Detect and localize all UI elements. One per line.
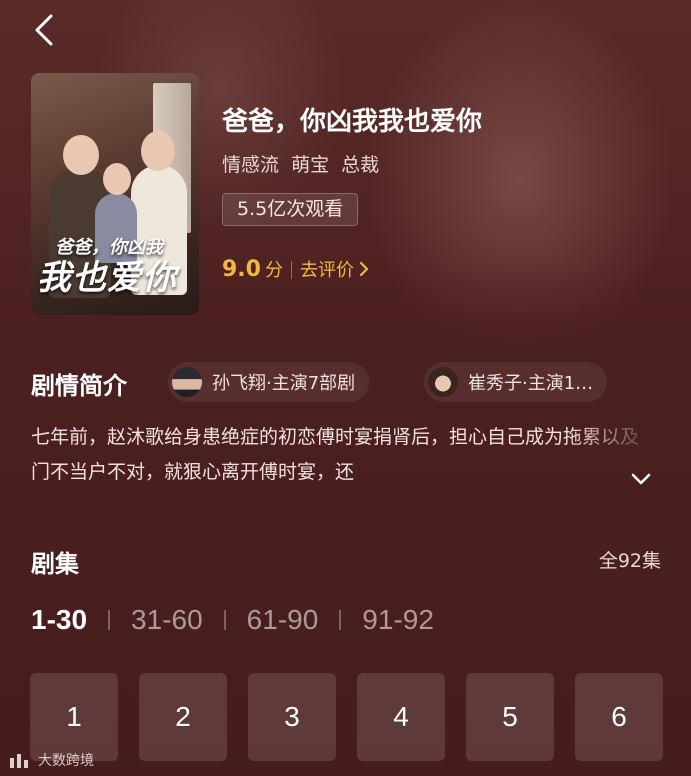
watermark: 大数跨境 — [8, 750, 94, 770]
rating-unit: 分 — [264, 260, 283, 281]
chevron-down-icon — [631, 473, 651, 485]
avatar — [428, 367, 458, 397]
range-divider — [108, 610, 111, 630]
episode-button[interactable]: 4 — [357, 673, 445, 761]
rating-row: 9.0 分 去评价 — [222, 256, 370, 284]
range-tab-61-90[interactable]: 61-90 — [247, 604, 319, 636]
expand-synopsis-button[interactable] — [626, 464, 656, 494]
episode-button[interactable]: 1 — [30, 673, 118, 761]
genre-tags: 情感流 萌宝 总裁 — [222, 150, 385, 177]
rating-divider — [290, 261, 292, 279]
back-button[interactable] — [24, 10, 64, 50]
actor-chip[interactable]: 崔秀子·主演1… — [424, 362, 608, 402]
synopsis-heading: 剧情简介 — [31, 372, 127, 400]
synopsis-text[interactable]: 七年前，赵沐歌给身患绝症的初恋傅时宴捐肾后，担心自己成为拖累以及门不当户不对，就… — [31, 420, 641, 490]
episode-button[interactable]: 5 — [466, 673, 554, 761]
tag[interactable]: 情感流 — [222, 154, 279, 176]
episode-button[interactable]: 2 — [139, 673, 227, 761]
tag[interactable]: 总裁 — [341, 154, 379, 176]
episode-total-link[interactable]: 全92集 — [599, 546, 661, 573]
poster-title-art: 爸爸，你凶我 我也爱你 — [37, 237, 177, 298]
episode-button[interactable]: 3 — [248, 673, 336, 761]
actor-label: 孙飞翔·主演7部剧 — [212, 373, 356, 394]
chevron-right-icon — [359, 261, 369, 277]
range-divider — [339, 610, 342, 630]
episodes-heading: 剧集 — [31, 550, 79, 578]
episode-grid: 1 2 3 4 5 6 — [30, 673, 663, 761]
rate-button[interactable]: 去评价 — [300, 256, 370, 282]
watermark-logo-icon — [10, 754, 28, 768]
avatar — [172, 367, 202, 397]
rating-score: 9.0 — [222, 257, 261, 282]
range-tab-1-30[interactable]: 1-30 — [31, 604, 87, 636]
episode-button[interactable]: 6 — [575, 673, 663, 761]
range-tab-31-60[interactable]: 31-60 — [131, 604, 203, 636]
actor-label: 崔秀子·主演1… — [468, 373, 594, 394]
rate-label: 去评价 — [299, 260, 354, 281]
watermark-text: 大数跨境 — [38, 753, 94, 769]
back-chevron-icon — [35, 14, 53, 46]
episode-range-tabs: 1-30 31-60 61-90 91-92 — [31, 604, 434, 636]
view-count-badge: 5.5亿次观看 — [222, 193, 359, 226]
poster-image[interactable]: 爸爸，你凶我 我也爱你 — [31, 73, 199, 315]
drama-title: 爸爸，你凶我我也爱你 — [222, 107, 483, 137]
range-divider — [223, 610, 226, 630]
actor-chip[interactable]: 孙飞翔·主演7部剧 — [168, 362, 370, 402]
range-tab-91-92[interactable]: 91-92 — [362, 604, 434, 636]
tag[interactable]: 萌宝 — [291, 154, 329, 176]
